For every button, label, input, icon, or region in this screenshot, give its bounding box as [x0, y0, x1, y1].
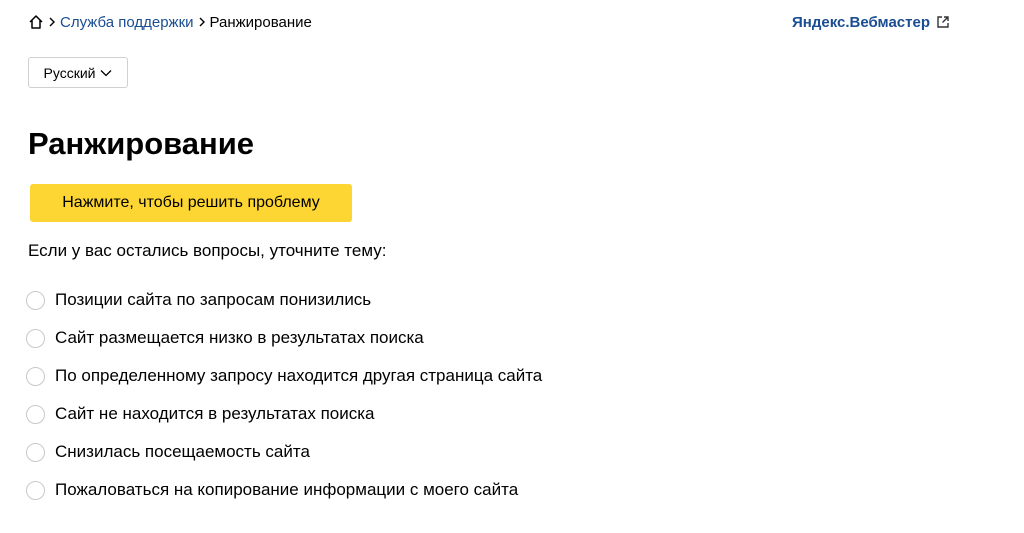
topic-option-label: По определенному запросу находится друга…: [55, 366, 543, 385]
page-title: Ранжирование: [28, 126, 255, 161]
radio-button[interactable]: [26, 290, 45, 310]
topic-option[interactable]: Позиции сайта по запросам понизились: [26, 281, 542, 319]
breadcrumb-current: Ранжирование: [209, 13, 312, 31]
home-icon[interactable]: [28, 14, 44, 30]
topic-option-label: Сайт не находится в результатах поиска: [55, 404, 375, 423]
external-link-icon: [936, 15, 950, 29]
breadcrumb-support-link[interactable]: Служба поддержки: [60, 14, 194, 31]
topic-radio-list: Позиции сайта по запросам понизились Сай…: [26, 281, 542, 509]
top-bar: Служба поддержки Ранжирование Яндекс.Веб…: [28, 0, 950, 44]
radio-button[interactable]: [26, 328, 45, 348]
topic-option[interactable]: Снизилась посещаемость сайта: [26, 433, 542, 471]
webmaster-link[interactable]: Яндекс.Вебмастер: [792, 14, 950, 31]
topic-option[interactable]: Сайт не находится в результатах поиска: [26, 395, 542, 433]
topic-option[interactable]: Сайт размещается низко в результатах пои…: [26, 319, 542, 357]
support-page: Служба поддержки Ранжирование Яндекс.Веб…: [0, 0, 1024, 533]
radio-button[interactable]: [26, 366, 45, 386]
topic-prompt: Если у вас остались вопросы, уточните те…: [28, 241, 387, 260]
chevron-down-icon: [100, 69, 112, 77]
topic-option-label: Позиции сайта по запросам понизились: [55, 290, 372, 309]
topic-option[interactable]: По определенному запросу находится друга…: [26, 357, 542, 395]
topic-option[interactable]: Пожаловаться на копирование информации с…: [26, 471, 542, 509]
language-select[interactable]: Русский: [28, 57, 128, 88]
radio-button[interactable]: [26, 404, 45, 424]
chevron-right-icon: [48, 17, 56, 27]
topic-option-label: Сайт размещается низко в результатах пои…: [55, 328, 424, 347]
breadcrumb: Служба поддержки Ранжирование: [28, 14, 312, 31]
webmaster-link-label: Яндекс.Вебмастер: [791, 13, 930, 31]
chevron-right-icon: [198, 17, 206, 27]
radio-button[interactable]: [26, 442, 45, 462]
topic-option-label: Пожаловаться на копирование информации с…: [55, 480, 519, 499]
language-selected-value: Русский: [43, 64, 96, 81]
solve-problem-button[interactable]: Нажмите, чтобы решить проблему: [30, 184, 352, 222]
topic-option-label: Снизилась посещаемость сайта: [55, 442, 310, 461]
radio-button[interactable]: [26, 480, 45, 500]
